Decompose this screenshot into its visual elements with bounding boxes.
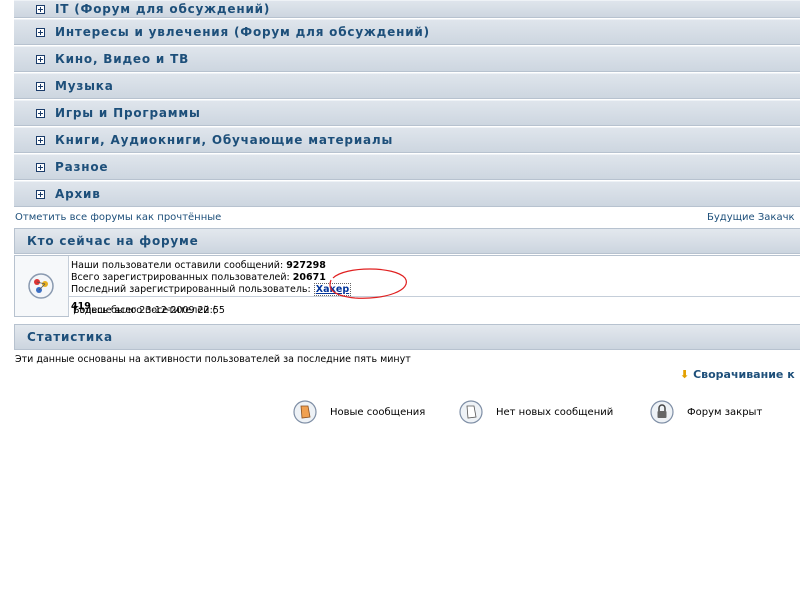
category-label[interactable]: Разное xyxy=(55,160,108,174)
posts-count: 927298 xyxy=(286,260,326,271)
newest-user-link[interactable]: Хакер xyxy=(313,283,352,296)
newest-user-stat: Последний зарегистрированный пользовател… xyxy=(71,283,352,296)
category-movies[interactable]: Кино, Видео и ТВ xyxy=(14,46,800,72)
statistics-panel-title: Статистика xyxy=(27,330,113,344)
online-stats-text: Наши пользователи оставили сообщений: 92… xyxy=(71,260,352,296)
expand-plus-icon[interactable] xyxy=(36,27,45,37)
arrow-down-icon: ⬇ xyxy=(680,368,690,381)
posts-prefix: Наши пользователи оставили сообщений: xyxy=(71,260,287,271)
users-count: 20671 xyxy=(292,272,326,283)
activity-note: Эти данные основаны на активности пользо… xyxy=(15,354,411,365)
legend-forum-locked: Форум закрыт xyxy=(650,398,762,426)
posts-stat: Наши пользователи оставили сообщений: 92… xyxy=(71,260,351,272)
expand-plus-icon[interactable] xyxy=(36,81,45,91)
category-label[interactable]: IT (Форум для обсуждений) xyxy=(55,2,270,16)
collapse-link[interactable]: ⬇ Сворачивание к xyxy=(680,368,795,381)
category-interests[interactable]: Интересы и увлечения (Форум для обсужден… xyxy=(14,19,800,45)
max-suffix: ) здесь было 23-12-2009 22:55 xyxy=(73,305,225,316)
newest-prefix: Последний зарегистрированный пользовател… xyxy=(71,284,314,295)
new-posts-icon xyxy=(293,400,317,424)
expand-plus-icon[interactable] xyxy=(36,54,45,64)
category-label[interactable]: Игры и Программы xyxy=(55,106,201,120)
users-stat: Всего зарегистрированных пользователей: … xyxy=(71,272,351,284)
category-label[interactable]: Музыка xyxy=(55,79,114,93)
legend-new-posts: Новые сообщения xyxy=(293,398,425,426)
users-online-icon xyxy=(28,273,54,299)
collapse-label[interactable]: Сворачивание к xyxy=(693,368,795,381)
expand-plus-icon[interactable] xyxy=(36,135,45,145)
category-archive[interactable]: Архив xyxy=(14,181,800,207)
expand-plus-icon[interactable] xyxy=(36,189,45,199)
legend-no-new-posts: Нет новых сообщений xyxy=(459,398,613,426)
mark-all-read-link[interactable]: Отметить все форумы как прочтённые xyxy=(15,212,221,223)
expand-plus-icon[interactable] xyxy=(36,108,45,118)
lock-icon xyxy=(650,400,674,424)
users-prefix: Всего зарегистрированных пользователей: xyxy=(71,272,293,283)
legend-label: Новые сообщения xyxy=(330,406,426,418)
category-label[interactable]: Архив xyxy=(55,187,101,201)
category-label[interactable]: Кино, Видео и ТВ xyxy=(55,52,189,66)
category-it[interactable]: IT (Форум для обсуждений) xyxy=(14,0,800,18)
category-books[interactable]: Книги, Аудиокниги, Обучающие материалы xyxy=(14,127,800,153)
max-visitors-row: Больше всего посетителей (419) здесь был… xyxy=(69,296,800,317)
legend-label: Нет новых сообщений xyxy=(496,406,614,418)
category-games[interactable]: Игры и Программы xyxy=(14,100,800,126)
expand-plus-icon[interactable] xyxy=(36,4,45,14)
no-new-posts-icon xyxy=(459,400,483,424)
statistics-panel-header: Статистика xyxy=(14,324,800,350)
category-label[interactable]: Интересы и увлечения (Форум для обсужден… xyxy=(55,25,430,39)
online-icon-cell xyxy=(15,256,69,316)
category-list: IT (Форум для обсуждений) Интересы и увл… xyxy=(14,0,800,208)
expand-plus-icon[interactable] xyxy=(36,162,45,172)
legend-label: Форум закрыт xyxy=(687,406,763,418)
category-label[interactable]: Книги, Аудиокниги, Обучающие материалы xyxy=(55,133,393,147)
max-visitors-text: Больше всего посетителей (419) здесь был… xyxy=(71,301,225,316)
future-downloads-link[interactable]: Будущие Закачк xyxy=(707,212,795,223)
category-music[interactable]: Музыка xyxy=(14,73,800,99)
online-panel-header: Кто сейчас на форуме xyxy=(14,228,800,254)
category-misc[interactable]: Разное xyxy=(14,154,800,180)
online-panel: Наши пользователи оставили сообщений: 92… xyxy=(14,255,800,317)
online-panel-title: Кто сейчас на форуме xyxy=(27,234,199,248)
